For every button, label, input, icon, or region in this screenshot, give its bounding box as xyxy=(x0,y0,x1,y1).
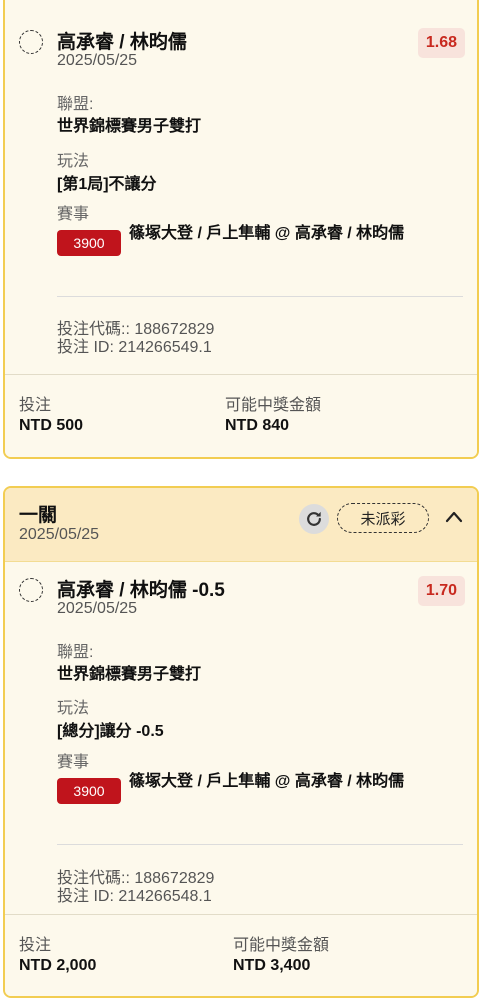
bet-card-header[interactable]: 一關 2025/05/25 未派彩 xyxy=(5,488,477,562)
bet-selection: 高承睿 / 林昀儒 2025/05/25 1.68 聯盟: 世界錦標賽男子雙打 … xyxy=(5,0,477,368)
event-label: 賽事 xyxy=(57,206,90,223)
selection-date: 2025/05/25 xyxy=(57,600,138,617)
pending-circle-icon xyxy=(19,30,43,54)
league-label: 聯盟: xyxy=(57,644,94,661)
event-code-badge: 3900 xyxy=(57,778,121,804)
stake-value: NTD 2,000 xyxy=(19,957,97,974)
divider xyxy=(57,296,463,297)
odds-badge: 1.68 xyxy=(417,28,465,58)
event-name: 篠塚大登 / 戶上隼輔 @ 高承睿 / 林昀儒 xyxy=(129,773,405,790)
divider xyxy=(57,844,463,845)
play-label: 玩法 xyxy=(57,700,90,717)
payout-value: NTD 840 xyxy=(225,417,290,434)
league-label: 聯盟: xyxy=(57,96,94,113)
chevron-up-icon xyxy=(445,511,463,523)
bet-date: 2025/05/25 xyxy=(19,526,100,543)
bet-type-title: 一關 xyxy=(19,505,58,526)
refresh-icon xyxy=(307,511,321,526)
status-badge: 未派彩 xyxy=(337,503,429,533)
play-label: 玩法 xyxy=(57,153,90,170)
collapse-button[interactable] xyxy=(441,504,467,530)
event-label: 賽事 xyxy=(57,754,90,771)
bet-card[interactable]: 一關 2025/05/25 未派彩 高承睿 / 林昀儒 -0.5 2025/05… xyxy=(3,486,479,998)
pending-circle-icon xyxy=(19,578,43,602)
league-value: 世界錦標賽男子雙打 xyxy=(57,666,202,683)
event-name: 篠塚大登 / 戶上隼輔 @ 高承睿 / 林昀儒 xyxy=(129,225,405,242)
selection-name: 高承睿 / 林昀儒 xyxy=(57,32,187,53)
bet-selection: 高承睿 / 林昀儒 -0.5 2025/05/25 1.70 聯盟: 世界錦標賽… xyxy=(5,562,477,916)
bet-card: 高承睿 / 林昀儒 2025/05/25 1.68 聯盟: 世界錦標賽男子雙打 … xyxy=(3,0,479,459)
event-code-badge: 3900 xyxy=(57,230,121,256)
bet-footer: 投注 NTD 2,000 可能中獎金額 NTD 3,400 xyxy=(5,914,477,996)
refresh-button[interactable] xyxy=(299,504,329,534)
bet-footer: 投注 NTD 500 可能中獎金額 NTD 840 xyxy=(5,374,477,457)
bet-id: 投注 ID: 214266548.1 xyxy=(57,888,212,905)
stake-label: 投注 xyxy=(19,397,52,414)
stake-value: NTD 500 xyxy=(19,417,84,434)
play-value: [總分]讓分 -0.5 xyxy=(57,723,164,740)
selection-date: 2025/05/25 xyxy=(57,52,138,69)
payout-label: 可能中獎金額 xyxy=(233,937,330,954)
bet-id: 投注 ID: 214266549.1 xyxy=(57,339,212,356)
play-value: [第1局]不讓分 xyxy=(57,176,157,193)
league-value: 世界錦標賽男子雙打 xyxy=(57,118,202,135)
selection-name: 高承睿 / 林昀儒 -0.5 xyxy=(57,580,225,601)
payout-value: NTD 3,400 xyxy=(233,957,311,974)
payout-label: 可能中獎金額 xyxy=(225,397,322,414)
odds-badge: 1.70 xyxy=(417,576,465,606)
stake-label: 投注 xyxy=(19,937,52,954)
